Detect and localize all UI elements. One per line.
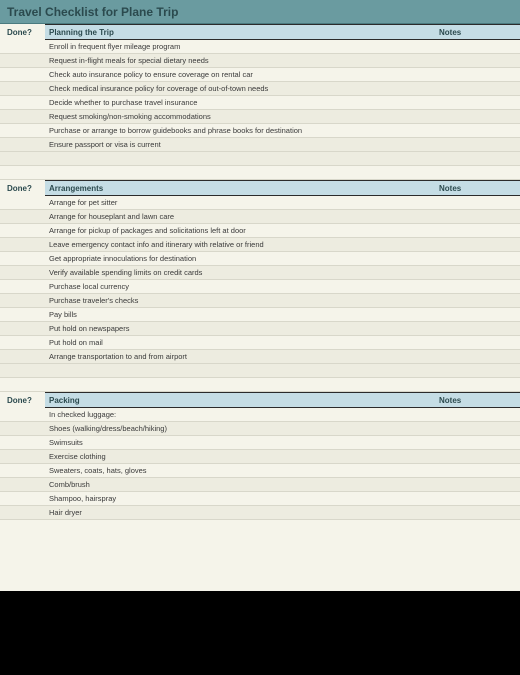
item-cell: Pay bills bbox=[45, 310, 435, 319]
section-title: Packing bbox=[45, 396, 435, 405]
title-bar: Travel Checklist for Plane Trip bbox=[0, 0, 520, 24]
item-cell: Purchase local currency bbox=[45, 282, 435, 291]
section-title: Arrangements bbox=[45, 184, 435, 193]
done-header: Done? bbox=[0, 396, 45, 405]
checklist-row: Put hold on newspapers bbox=[0, 322, 520, 336]
checklist-row: Check medical insurance policy for cover… bbox=[0, 82, 520, 96]
checklist-row: Shampoo, hairspray bbox=[0, 492, 520, 506]
section-title: Planning the Trip bbox=[45, 28, 435, 37]
page-title: Travel Checklist for Plane Trip bbox=[0, 0, 520, 24]
checklist-row: Check auto insurance policy to ensure co… bbox=[0, 68, 520, 82]
checklist-row: Arrange for houseplant and lawn care bbox=[0, 210, 520, 224]
item-cell: Check medical insurance policy for cover… bbox=[45, 84, 435, 93]
checklist-row: Arrange for pet sitter bbox=[0, 196, 520, 210]
item-cell: Sweaters, coats, hats, gloves bbox=[45, 466, 435, 475]
item-cell: Enroll in frequent flyer mileage program bbox=[45, 42, 435, 51]
item-cell: Get appropriate innoculations for destin… bbox=[45, 254, 435, 263]
notes-header: Notes bbox=[435, 396, 520, 405]
item-cell: Exercise clothing bbox=[45, 452, 435, 461]
checklist-row: Purchase or arrange to borrow guidebooks… bbox=[0, 124, 520, 138]
done-header: Done? bbox=[0, 28, 45, 37]
checklist-row: Purchase traveler's checks bbox=[0, 294, 520, 308]
item-cell: Comb/brush bbox=[45, 480, 435, 489]
blank-row bbox=[0, 166, 520, 180]
item-cell: Decide whether to purchase travel insura… bbox=[45, 98, 435, 107]
item-cell: Verify available spending limits on cred… bbox=[45, 268, 435, 277]
item-cell: Arrange for pickup of packages and solic… bbox=[45, 226, 435, 235]
item-cell: Put hold on newspapers bbox=[45, 324, 435, 333]
checklist-row: In checked luggage: bbox=[0, 408, 520, 422]
checklist-row: Enroll in frequent flyer mileage program bbox=[0, 40, 520, 54]
notes-header: Notes bbox=[435, 184, 520, 193]
checklist-row: Request smoking/non-smoking accommodatio… bbox=[0, 110, 520, 124]
item-cell: Ensure passport or visa is current bbox=[45, 140, 435, 149]
section-header: Done?Planning the TripNotes bbox=[0, 24, 520, 40]
item-cell: Shampoo, hairspray bbox=[45, 494, 435, 503]
checklist-row: Verify available spending limits on cred… bbox=[0, 266, 520, 280]
item-cell: In checked luggage: bbox=[45, 410, 435, 419]
section-header: Done?PackingNotes bbox=[0, 392, 520, 408]
item-cell: Request in-flight meals for special diet… bbox=[45, 56, 435, 65]
checklist-row: Pay bills bbox=[0, 308, 520, 322]
checklist-row: Get appropriate innoculations for destin… bbox=[0, 252, 520, 266]
item-cell: Arrange for pet sitter bbox=[45, 198, 435, 207]
blank-row bbox=[0, 152, 520, 166]
checklist-row: Put hold on mail bbox=[0, 336, 520, 350]
item-cell: Hair dryer bbox=[45, 508, 435, 517]
checklist-row: Leave emergency contact info and itinera… bbox=[0, 238, 520, 252]
item-cell: Purchase or arrange to borrow guidebooks… bbox=[45, 126, 435, 135]
blank-row bbox=[0, 364, 520, 378]
item-cell: Swimsuits bbox=[45, 438, 435, 447]
item-cell: Put hold on mail bbox=[45, 338, 435, 347]
checklist-row: Shoes (walking/dress/beach/hiking) bbox=[0, 422, 520, 436]
checklist-row: Hair dryer bbox=[0, 506, 520, 520]
item-cell: Arrange transportation to and from airpo… bbox=[45, 352, 435, 361]
item-cell: Purchase traveler's checks bbox=[45, 296, 435, 305]
checklist-row: Sweaters, coats, hats, gloves bbox=[0, 464, 520, 478]
checklist-container: Done?Planning the TripNotesEnroll in fre… bbox=[0, 24, 520, 520]
checklist-row: Ensure passport or visa is current bbox=[0, 138, 520, 152]
item-cell: Shoes (walking/dress/beach/hiking) bbox=[45, 424, 435, 433]
checklist-row: Comb/brush bbox=[0, 478, 520, 492]
done-header: Done? bbox=[0, 184, 45, 193]
item-cell: Arrange for houseplant and lawn care bbox=[45, 212, 435, 221]
notes-header: Notes bbox=[435, 28, 520, 37]
checklist-row: Arrange transportation to and from airpo… bbox=[0, 350, 520, 364]
section-header: Done?ArrangementsNotes bbox=[0, 180, 520, 196]
checklist-row: Purchase local currency bbox=[0, 280, 520, 294]
item-cell: Leave emergency contact info and itinera… bbox=[45, 240, 435, 249]
checklist-row: Arrange for pickup of packages and solic… bbox=[0, 224, 520, 238]
checklist-row: Swimsuits bbox=[0, 436, 520, 450]
checklist-row: Decide whether to purchase travel insura… bbox=[0, 96, 520, 110]
checklist-row: Request in-flight meals for special diet… bbox=[0, 54, 520, 68]
checklist-row: Exercise clothing bbox=[0, 450, 520, 464]
blank-row bbox=[0, 378, 520, 392]
bottom-crop bbox=[0, 591, 520, 675]
item-cell: Request smoking/non-smoking accommodatio… bbox=[45, 112, 435, 121]
item-cell: Check auto insurance policy to ensure co… bbox=[45, 70, 435, 79]
